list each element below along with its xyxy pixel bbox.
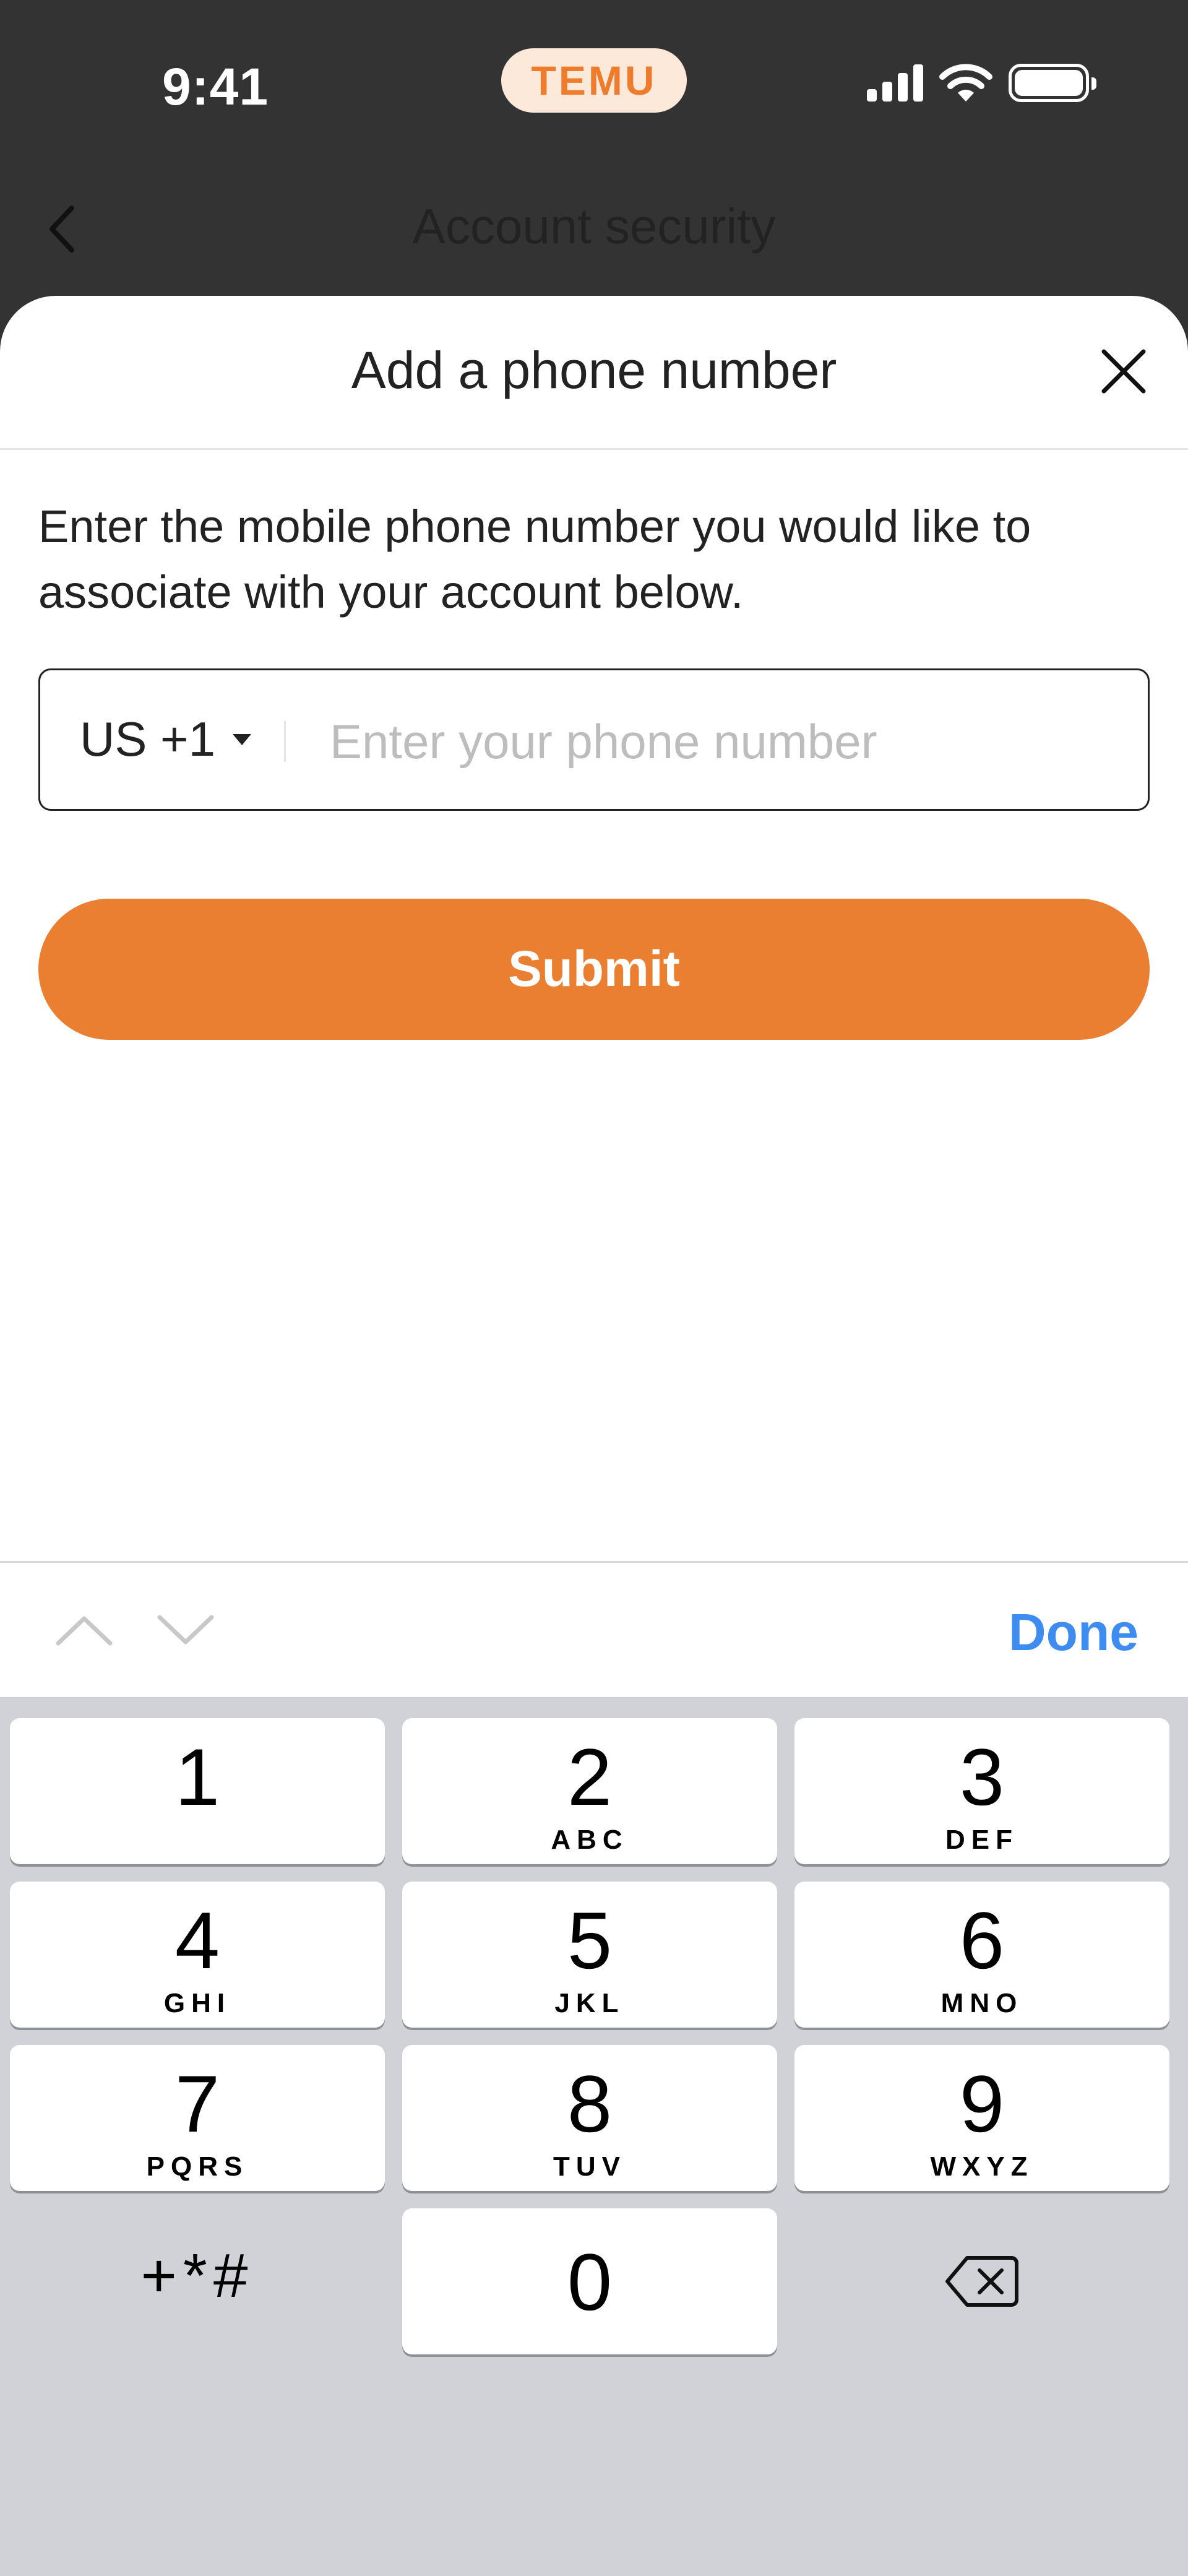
key-delete[interactable]	[794, 2208, 1169, 2354]
numeric-keypad: 1 2 ABC 3 DEF 4 GHI 5 JKL 6 MNO 7 PQRS 8…	[0, 1697, 1188, 2576]
phone-number-input[interactable]	[330, 695, 1128, 788]
key-digit: 9	[959, 2059, 1005, 2149]
key-letters: TUV	[553, 2151, 626, 2182]
key-letters: WXYZ	[930, 2151, 1034, 2182]
key-2[interactable]: 2 ABC	[402, 1718, 777, 1864]
brand-logo-text: TEMU	[531, 58, 657, 103]
status-icons	[867, 63, 1096, 103]
keyboard-accessory-bar: Done	[0, 1561, 1188, 1697]
country-code-label: US +1	[80, 712, 215, 766]
sheet-title: Add a phone number	[351, 341, 837, 399]
chevron-down-icon[interactable]	[156, 1611, 215, 1648]
brand-pill: TEMU	[501, 48, 687, 113]
key-letters: DEF	[945, 1825, 1018, 1855]
key-letters: GHI	[163, 1988, 231, 2018]
done-button[interactable]: Done	[1009, 1602, 1138, 1662]
submit-button[interactable]: Submit	[38, 899, 1150, 1040]
key-6[interactable]: 6 MNO	[794, 1882, 1169, 2028]
cellular-signal-icon	[867, 64, 923, 102]
key-digit: 0	[567, 2237, 613, 2327]
sheet-description: Enter the mobile phone number you would …	[38, 501, 1031, 618]
key-digit: 8	[567, 2059, 613, 2149]
key-digit: 2	[567, 1732, 613, 1822]
field-separator	[284, 721, 286, 762]
status-bar: 9:41 TEMU	[0, 0, 1188, 173]
key-digit: 7	[174, 2059, 220, 2149]
key-0[interactable]: 0	[402, 2208, 777, 2354]
key-4[interactable]: 4 GHI	[10, 1882, 385, 2028]
key-7[interactable]: 7 PQRS	[10, 2045, 385, 2191]
phone-number-field: US +1	[38, 668, 1150, 811]
symbols-label: +*#	[140, 2241, 254, 2310]
country-code-select[interactable]: US +1	[80, 711, 251, 767]
key-digit: 4	[174, 1895, 220, 1986]
close-icon[interactable]	[1099, 347, 1148, 396]
chevron-up-icon[interactable]	[54, 1611, 114, 1648]
key-digit: 6	[959, 1895, 1005, 1986]
key-letters: PQRS	[146, 2151, 249, 2182]
key-3[interactable]: 3 DEF	[794, 1718, 1169, 1864]
battery-icon	[1009, 64, 1096, 102]
key-letters: MNO	[940, 1988, 1023, 2018]
key-digit: 3	[959, 1732, 1005, 1822]
caret-down-icon	[232, 733, 251, 745]
nav-title: Account security	[412, 199, 776, 254]
key-letters: ABC	[551, 1825, 629, 1855]
key-digit: 5	[567, 1895, 613, 1986]
wifi-icon	[939, 64, 992, 102]
key-letters: JKL	[554, 1988, 625, 2018]
sheet-divider	[0, 448, 1188, 450]
key-9[interactable]: 9 WXYZ	[794, 2045, 1169, 2191]
key-5[interactable]: 5 JKL	[402, 1882, 777, 2028]
status-time: 9:41	[162, 58, 269, 116]
key-digit: 1	[174, 1732, 220, 1822]
key-symbols[interactable]: +*#	[10, 2208, 385, 2354]
key-1[interactable]: 1	[10, 1718, 385, 1864]
backspace-icon	[945, 2256, 1018, 2307]
key-8[interactable]: 8 TUV	[402, 2045, 777, 2191]
